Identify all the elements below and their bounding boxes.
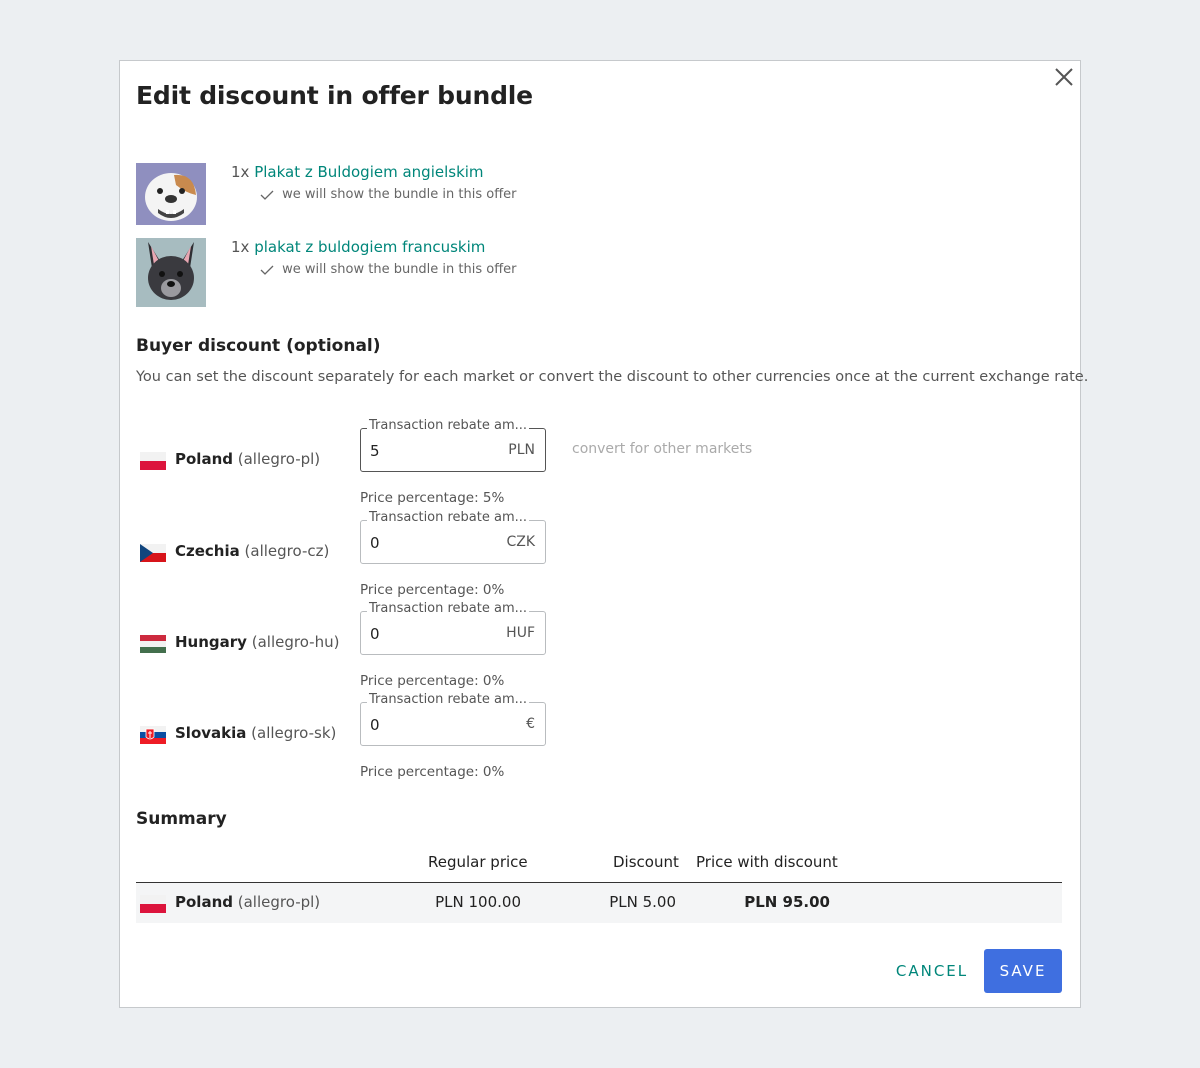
offer-item: 1x plakat z buldogiem francuskim we will… [136,238,1036,308]
market-country: Czechia [175,542,240,560]
market-row-hungary: Hungary (allegro-hu) Transaction rebate … [136,601,836,691]
check-icon [260,265,274,275]
market-country: Hungary [175,633,247,651]
offer-note: we will show the bundle in this offer [282,262,517,277]
col-regular-price: Regular price [428,853,528,871]
rebate-input-poland[interactable]: Transaction rebate am... 5 PLN [360,418,546,472]
field-currency: HUF [506,625,535,641]
poland-flag-icon [140,452,166,470]
check-icon [260,190,274,200]
poland-flag-icon [140,895,166,913]
market-code: (allegro-hu) [251,633,340,651]
market-code: (allegro-pl) [237,893,321,911]
hungary-flag-icon [140,635,166,653]
offer-note: we will show the bundle in this offer [282,187,517,202]
market-country: Slovakia [175,724,247,742]
czechia-flag-icon [140,544,166,562]
offer-quantity: 1x [231,238,250,256]
discount-value: PLN 5.00 [609,893,676,911]
col-price-with-discount: Price with discount [696,853,838,871]
market-row-czechia: Czechia (allegro-cz) Transaction rebate … [136,510,836,600]
offer-link[interactable]: plakat z buldogiem francuskim [254,238,485,256]
field-label: Transaction rebate am... [367,418,530,433]
field-value[interactable]: 0 [370,716,380,734]
cancel-button[interactable]: CANCEL [884,949,980,993]
close-icon[interactable] [1052,65,1076,89]
market-code: (allegro-sk) [251,724,337,742]
field-currency: PLN [508,442,535,458]
market-row-poland: Poland (allegro-pl) Transaction rebate a… [136,418,836,508]
market-code: (allegro-pl) [237,450,321,468]
offer-quantity: 1x [231,163,250,181]
slovakia-flag-icon [140,726,166,744]
price-percentage: Price percentage: 0% [360,582,505,598]
field-value[interactable]: 5 [370,442,380,460]
summary-header-row: Regular price Discount Price with discou… [136,847,1062,883]
price-percentage: Price percentage: 0% [360,764,505,780]
price-percentage: Price percentage: 5% [360,490,505,506]
buyer-discount-description: You can set the discount separately for … [136,369,1089,385]
edit-discount-dialog: Edit discount in offer bundle 1x Plakat … [119,60,1088,1008]
price-percentage: Price percentage: 0% [360,673,505,689]
table-row: Poland (allegro-pl) PLN 100.00 PLN 5.00 … [136,883,1062,923]
field-label: Transaction rebate am... [367,601,530,616]
field-value[interactable]: 0 [370,625,380,643]
rebate-input-czechia[interactable]: Transaction rebate am... 0 CZK [360,510,546,564]
market-country: Poland [175,450,233,468]
english-bulldog-image [136,163,206,225]
field-currency: € [526,716,535,732]
buyer-discount-heading: Buyer discount (optional) [136,336,381,356]
summary-heading: Summary [136,809,227,829]
convert-for-other-markets-link[interactable]: convert for other markets [572,441,752,457]
offer-item: 1x Plakat z Buldogiem angielskim we will… [136,163,1036,233]
market-country: Poland [175,893,233,911]
market-row-slovakia: Slovakia (allegro-sk) Transaction rebate… [136,692,836,782]
price-with-discount-value: PLN 95.00 [744,893,830,911]
rebate-input-hungary[interactable]: Transaction rebate am... 0 HUF [360,601,546,655]
french-bulldog-image [136,238,206,307]
col-discount: Discount [613,853,679,871]
field-label: Transaction rebate am... [367,692,530,707]
field-value[interactable]: 0 [370,534,380,552]
dialog-title: Edit discount in offer bundle [136,81,533,110]
offer-link[interactable]: Plakat z Buldogiem angielskim [254,163,483,181]
field-currency: CZK [506,534,535,550]
summary-table: Regular price Discount Price with discou… [136,847,1062,923]
regular-price-value: PLN 100.00 [435,893,521,911]
field-label: Transaction rebate am... [367,510,530,525]
market-code: (allegro-cz) [244,542,330,560]
rebate-input-slovakia[interactable]: Transaction rebate am... 0 € [360,692,546,746]
save-button[interactable]: SAVE [984,949,1062,993]
